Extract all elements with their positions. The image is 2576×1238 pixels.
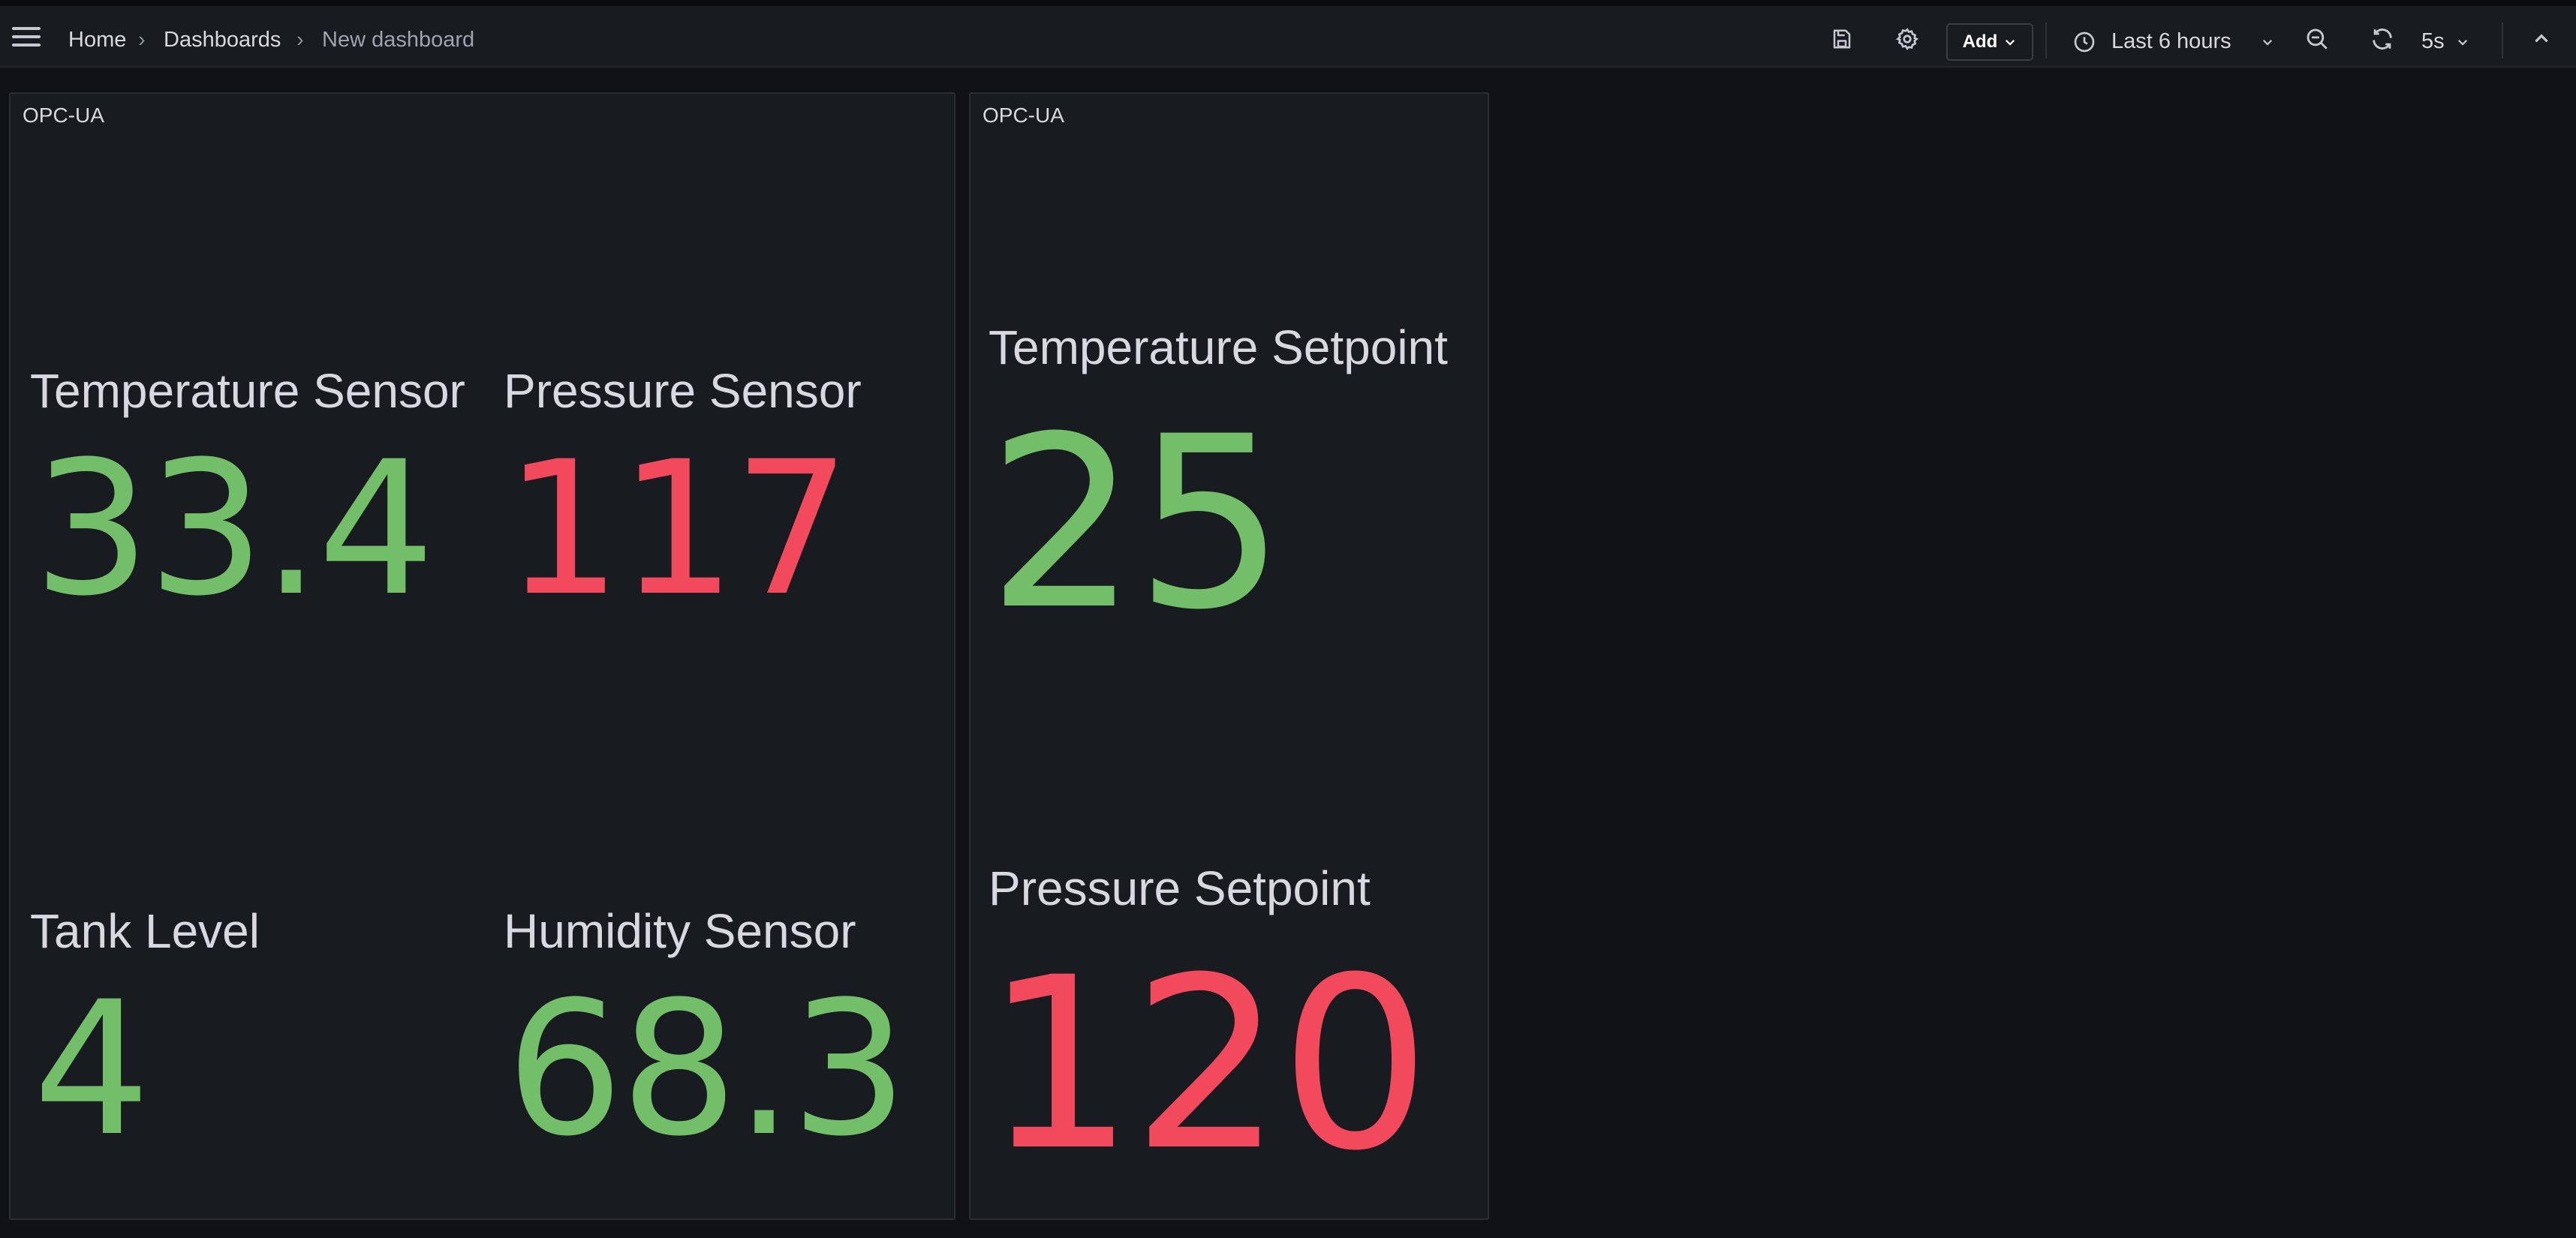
save-icon (1833, 29, 1851, 49)
zoom-out-icon (2307, 29, 2328, 50)
stat-value: 120 (984, 927, 1431, 1203)
zoom-out-button[interactable] (2302, 24, 2332, 54)
stat-name: Tank Level (30, 904, 260, 958)
breadcrumb-home[interactable]: Home (68, 27, 126, 53)
stat-value: 68.3 (506, 963, 908, 1177)
collapse-button[interactable] (2526, 24, 2556, 54)
stat-name: Pressure Setpoint (989, 861, 1371, 915)
stat-value: 25 (987, 386, 1286, 662)
stat-panel[interactable]: OPC-UA Temperature Setpoint 25 Pressure … (969, 92, 1489, 1220)
breadcrumb-current: New dashboard (322, 28, 475, 52)
refresh-icon (2373, 29, 2392, 50)
stat-name: Pressure Sensor (504, 364, 862, 418)
stat-value: 117 (504, 422, 851, 637)
stat-value: 33.4 (33, 422, 435, 637)
stat-value: 4 (33, 963, 151, 1177)
chevron-up-icon (2535, 34, 2548, 43)
time-range-label: Last 6 hours (2111, 29, 2231, 53)
toolbar-divider (2502, 23, 2503, 59)
refresh-button[interactable] (2367, 24, 2397, 54)
toolbar-divider (2045, 23, 2047, 59)
breadcrumb-dashboards[interactable]: Dashboards (164, 27, 281, 53)
save-button[interactable] (1827, 24, 1857, 54)
add-button[interactable]: Add (1946, 23, 2033, 61)
chevron-down-icon (2457, 39, 2468, 46)
clock-icon (2074, 32, 2095, 53)
time-range-picker[interactable]: Last 6 hours (2069, 23, 2280, 61)
top-navbar: Home › Dashboards › New dashboard Add La… (0, 0, 2576, 68)
add-button-label: Add (1962, 32, 1998, 52)
panel-title: OPC-UA (983, 104, 1064, 127)
stat-panel[interactable]: OPC-UA Temperature Sensor 33.4 Pressure … (9, 92, 955, 1220)
panel-title: OPC-UA (23, 104, 104, 127)
breadcrumb-separator: › (138, 28, 146, 52)
menu-icon[interactable] (11, 24, 42, 50)
chevron-down-icon (2262, 39, 2273, 46)
gear-icon (1895, 28, 1919, 50)
breadcrumb-separator: › (296, 28, 304, 52)
stat-name: Humidity Sensor (504, 904, 856, 958)
refresh-interval-label: 5s (2421, 29, 2445, 53)
stat-name: Temperature Sensor (30, 364, 465, 418)
refresh-interval-picker[interactable]: 5s (2417, 23, 2477, 61)
chevron-down-icon (2006, 39, 2015, 46)
settings-button[interactable] (1892, 24, 1922, 54)
stat-name: Temperature Setpoint (989, 320, 1448, 374)
